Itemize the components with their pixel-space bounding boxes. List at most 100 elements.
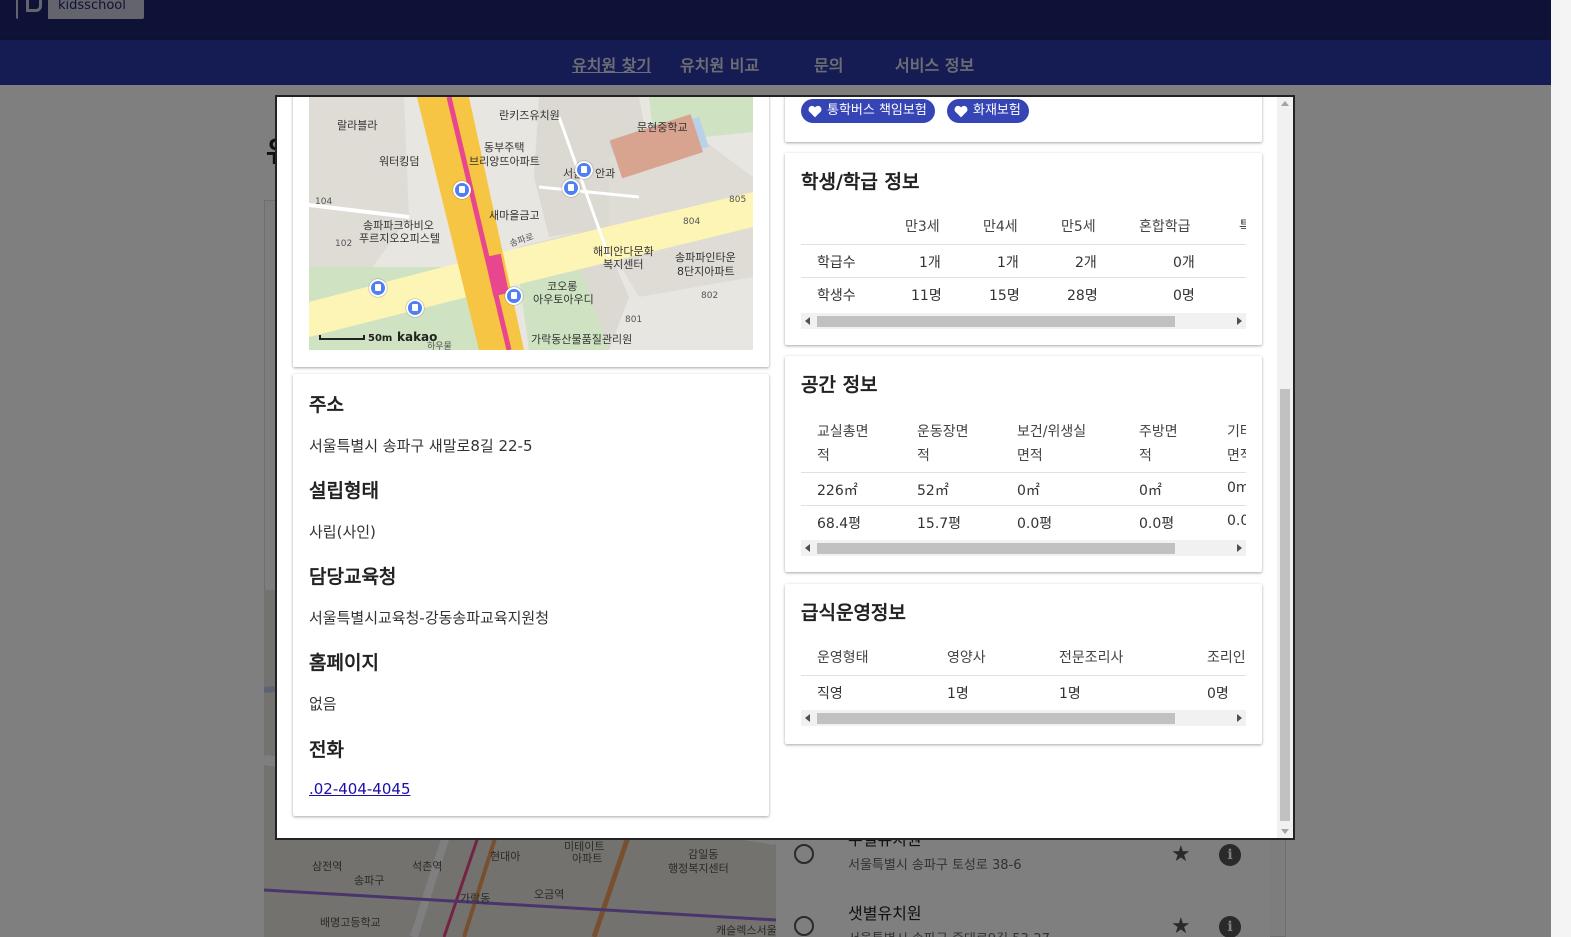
scroll-left-icon[interactable] <box>805 714 810 722</box>
insurance-badge: 화재보험 <box>947 99 1029 123</box>
space-info-card: 공간 정보 교실총면 적 운동장면 적 보건/위생실 면적 주방면 적 기타 면… <box>785 356 1262 572</box>
scroll-thumb[interactable] <box>817 316 1175 327</box>
type-heading: 설립형태 <box>309 480 379 502</box>
bus-stop-icon[interactable] <box>453 181 471 199</box>
map-label: 가락동산물품질관리원 <box>531 333 633 346</box>
location-map[interactable]: 란키즈유치원 문현중학교 랄라블라 동부주택 브리앙뜨아파트 워터킹덤 서울 안… <box>309 97 753 350</box>
basic-info-card: 주소 서울특별시 송파구 새말로8길 22-5 설립형태 사립(사인) 담당교육… <box>293 374 769 816</box>
table-cell: 0㎡ <box>1017 483 1040 499</box>
row-label: 학생수 <box>817 288 856 304</box>
table-cell: 1명 <box>1059 686 1081 702</box>
table-cell: 1개 <box>919 255 941 271</box>
bus-stop-icon[interactable] <box>505 287 523 305</box>
insurance-badge: 통학버스 책임보험 <box>801 99 935 123</box>
students-table: 만3세 만4세 만5세 혼합학급 특 학급수 1개 1개 2개 0개 학생수 1… <box>801 213 1246 313</box>
column-header: 만4세 <box>983 219 1018 235</box>
modal-scroll-thumb[interactable] <box>1280 389 1290 821</box>
scroll-right-icon[interactable] <box>1237 714 1242 722</box>
bus-stop-icon[interactable] <box>562 179 580 197</box>
column-header: 운동장면 <box>917 424 969 440</box>
table-header-row: 운영형태 영양사 전문조리사 조리인 <box>801 644 1246 676</box>
column-header: 전문조리사 <box>1059 650 1124 666</box>
scroll-left-icon[interactable] <box>805 317 810 325</box>
bus-stop-icon[interactable] <box>406 299 424 317</box>
column-header: 기타 <box>1227 424 1246 440</box>
map-label: 문현중학교 <box>637 121 688 134</box>
insurance-badges-card: 통학버스 책임보험 화재보험 <box>785 97 1262 142</box>
scroll-left-icon[interactable] <box>805 544 810 552</box>
map-label: 801 <box>625 315 643 325</box>
map-label: 아우토아우디 <box>533 293 594 306</box>
meal-table: 운영형태 영양사 전문조리사 조리인 직영 1명 1명 0명 <box>801 644 1246 710</box>
column-header: 영양사 <box>947 650 986 666</box>
map-scale-label: 50m <box>368 333 393 344</box>
table-cell: 0.0평 <box>1139 516 1175 532</box>
row-label: 학급수 <box>817 255 856 271</box>
table-cell: 11명 <box>911 288 942 304</box>
column-header: 조리인 <box>1207 650 1246 666</box>
modal-scrollbar[interactable] <box>1277 97 1293 838</box>
table-cell: 15명 <box>989 288 1020 304</box>
scroll-right-icon[interactable] <box>1237 544 1242 552</box>
column-header: 적 <box>1139 448 1152 464</box>
column-header: 적 <box>917 448 930 464</box>
map-label: 란키즈유치원 <box>499 109 560 122</box>
column-header: 면적 <box>1017 448 1043 464</box>
column-header: 교실총면 <box>817 424 869 440</box>
map-label: 랄라블라 <box>337 119 378 132</box>
scroll-thumb[interactable] <box>817 543 1175 554</box>
table-cell: 0명 <box>1173 288 1195 304</box>
scroll-down-icon[interactable] <box>1281 829 1289 834</box>
map-label: 102 <box>335 239 353 249</box>
table-row: 226㎡ 52㎡ 0㎡ 0㎡ 0m <box>801 473 1246 506</box>
scroll-up-icon[interactable] <box>1281 101 1289 106</box>
students-table-scrollbar[interactable] <box>801 313 1246 329</box>
phone-link[interactable]: .02-404-4045 <box>309 780 410 798</box>
table-cell: 직영 <box>817 686 843 702</box>
homepage-heading: 홈페이지 <box>309 652 379 674</box>
space-table-scrollbar[interactable] <box>801 540 1246 556</box>
table-header-row: 교실총면 적 운동장면 적 보건/위생실 면적 주방면 적 기타 면적 <box>801 418 1246 473</box>
table-cell: 28명 <box>1067 288 1098 304</box>
type-value: 사립(사인) <box>309 523 376 541</box>
column-header: 적 <box>817 448 830 464</box>
column-header: 만3세 <box>905 219 940 235</box>
table-cell: 15.7평 <box>917 516 962 532</box>
column-header: 특 <box>1239 215 1246 239</box>
kindergarten-detail-modal: 란키즈유치원 문현중학교 랄라블라 동부주택 브리앙뜨아파트 워터킹덤 서울 안… <box>275 95 1295 840</box>
table-cell: 1개 <box>997 255 1019 271</box>
table-cell: 52㎡ <box>917 483 949 499</box>
bus-stop-icon[interactable] <box>369 279 387 297</box>
space-table: 교실총면 적 운동장면 적 보건/위생실 면적 주방면 적 기타 면적 226㎡… <box>801 418 1246 538</box>
scroll-right-icon[interactable] <box>1237 317 1242 325</box>
space-title: 공간 정보 <box>801 374 878 396</box>
meal-table-scrollbar[interactable] <box>801 710 1246 726</box>
table-row: 68.4평 15.7평 0.0평 0.0평 0.0 <box>801 506 1246 538</box>
map-label: 브리앙뜨아파트 <box>469 155 540 168</box>
map-label: 8단지아파트 <box>677 265 735 278</box>
page-scrollbar[interactable] <box>1551 0 1571 937</box>
heart-icon <box>954 105 968 118</box>
table-row: 직영 1명 1명 0명 <box>801 676 1246 709</box>
scroll-thumb[interactable] <box>817 713 1175 724</box>
map-scale-bar <box>319 335 365 340</box>
map-label: 안과 <box>595 167 616 180</box>
table-cell: 0명 <box>1207 686 1229 702</box>
table-cell: 0개 <box>1173 255 1195 271</box>
table-cell: 0.0 <box>1227 513 1246 529</box>
homepage-value: 없음 <box>309 695 337 713</box>
table-cell: 68.4평 <box>817 516 862 532</box>
table-cell: 0m <box>1227 480 1246 496</box>
location-map-card: 란키즈유치원 문현중학교 랄라블라 동부주택 브리앙뜨아파트 워터킹덤 서울 안… <box>293 97 769 367</box>
meal-info-card: 급식운영정보 운영형태 영양사 전문조리사 조리인 직영 1명 1명 0명 <box>785 584 1262 744</box>
map-brand-logo[interactable]: kakao <box>397 330 437 344</box>
students-classes-card: 학생/학급 정보 만3세 만4세 만5세 혼합학급 특 학급수 1개 1개 2개… <box>785 153 1262 345</box>
column-header: 면적 <box>1227 448 1246 464</box>
meal-title: 급식운영정보 <box>801 602 906 624</box>
heart-icon <box>808 105 822 118</box>
table-row: 학생수 11명 15명 28명 0명 <box>801 278 1246 311</box>
table-row: 학급수 1개 1개 2개 0개 <box>801 245 1246 278</box>
bus-stop-icon[interactable] <box>575 161 593 179</box>
map-label: 802 <box>701 291 719 301</box>
map-label: 804 <box>683 217 701 227</box>
